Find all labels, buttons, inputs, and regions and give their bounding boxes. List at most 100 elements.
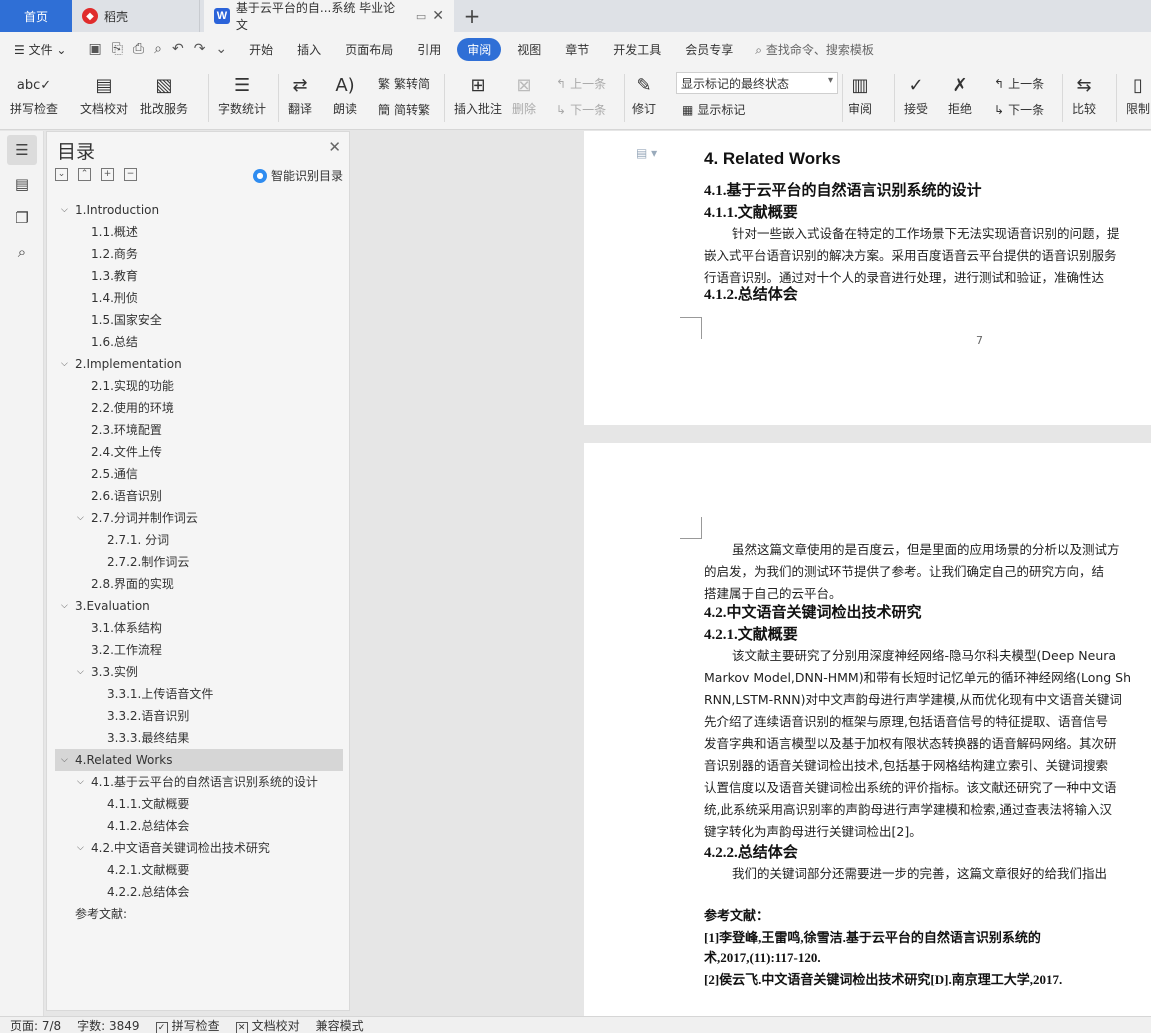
chevron-down-icon[interactable]: ⌵ <box>61 353 68 375</box>
toc-item[interactable]: 3.3.3.最终结果 <box>55 727 343 749</box>
toc-item[interactable]: 2.4.文件上传 <box>55 441 343 463</box>
close-icon[interactable]: ✕ <box>328 138 341 156</box>
add-level-icon[interactable]: + <box>101 168 114 181</box>
toc-item[interactable]: 2.7.2.制作词云 <box>55 551 343 573</box>
tab-document[interactable]: W 基于云平台的自...系统 毕业论文 ▭ ✕ <box>204 0 454 32</box>
expand-all-icon[interactable]: ⌄ <box>55 168 68 181</box>
spell-check-button[interactable]: abc✓ 拼写检查 <box>10 70 58 117</box>
chevron-down-icon[interactable]: ⌵ <box>61 749 68 771</box>
toc-item[interactable]: ⌵ 4.2.中文语音关键词检出技术研究 <box>55 837 343 859</box>
toc-item[interactable]: 1.2.商务 <box>55 243 343 265</box>
toc-item[interactable]: 4.2.1.文献概要 <box>55 859 343 881</box>
chevron-down-icon[interactable]: ⌵ <box>61 595 68 617</box>
revise-button[interactable]: ✎ 修订 <box>632 70 656 117</box>
remove-level-icon[interactable]: − <box>124 168 137 181</box>
redo-icon[interactable]: ↷ <box>194 41 206 57</box>
spell-check-toggle[interactable]: ✓ 拼写检查 <box>155 1017 220 1033</box>
bookmark-icon[interactable]: ❐ <box>7 203 37 233</box>
toc-item[interactable]: 2.5.通信 <box>55 463 343 485</box>
menu-section[interactable]: 章节 <box>553 41 601 58</box>
menu-references[interactable]: 引用 <box>405 41 453 58</box>
save-icon[interactable]: ▣ <box>88 41 101 57</box>
toc-item[interactable]: ⌵ 4.Related Works <box>55 749 343 771</box>
chevron-down-icon[interactable]: ⌵ <box>77 661 84 683</box>
chevron-down-icon[interactable]: ⌵ <box>61 199 68 221</box>
file-menu[interactable]: ☰ 文件 ⌄ <box>0 41 78 58</box>
delete-comment-button[interactable]: ⊠ 删除 <box>512 70 536 117</box>
toc-item[interactable]: 2.7.1. 分词 <box>55 529 343 551</box>
tab-daoke[interactable]: ◆ 稻壳 <box>72 0 200 32</box>
menu-page-layout[interactable]: 页面布局 <box>333 41 405 58</box>
undo-icon[interactable]: ↶ <box>172 41 184 57</box>
chevron-down-icon[interactable]: ⌵ <box>77 837 84 859</box>
next-change-button[interactable]: ↳ 下一条 <box>994 101 1044 118</box>
reject-button[interactable]: ✗ 拒绝 <box>948 70 972 117</box>
search-icon[interactable]: ⌕ <box>7 237 37 267</box>
translate-button[interactable]: ⇄ 翻译 <box>288 70 312 117</box>
toc-item[interactable]: ⌵ 2.7.分词并制作词云 <box>55 507 343 529</box>
toc-item[interactable]: 2.3.环境配置 <box>55 419 343 441</box>
toc-item[interactable]: 4.2.2.总结体会 <box>55 881 343 903</box>
prev-change-button[interactable]: ↰ 上一条 <box>994 75 1044 92</box>
export-pdf-icon[interactable]: ⎘ <box>112 41 123 57</box>
menu-review[interactable]: 审阅 <box>457 37 502 61</box>
collapse-all-icon[interactable]: ⌃ <box>78 168 91 181</box>
batch-service-button[interactable]: ▧ 批改服务 <box>140 70 188 117</box>
new-tab-button[interactable]: + <box>454 0 490 32</box>
restrict-button[interactable]: ▯ 限制 <box>1126 70 1150 117</box>
toc-item[interactable]: ⌵ 3.3.实例 <box>55 661 343 683</box>
doc-proof-button[interactable]: ▤ 文档校对 <box>80 70 128 117</box>
print-icon[interactable]: ⎙ <box>133 41 144 57</box>
toc-item[interactable]: 3.1.体系结构 <box>55 617 343 639</box>
read-aloud-button[interactable]: A) 朗读 <box>333 70 357 117</box>
menu-dev-tools[interactable]: 开发工具 <box>601 41 673 58</box>
compare-button[interactable]: ⇆ 比较 <box>1072 70 1096 117</box>
smart-toc-button[interactable]: ● 智能识别目录 <box>252 167 343 184</box>
print-preview-icon[interactable]: ⌕ <box>154 41 162 57</box>
toc-item[interactable]: 1.6.总结 <box>55 331 343 353</box>
toc-item[interactable]: 2.1.实现的功能 <box>55 375 343 397</box>
review-pane-button[interactable]: ▥ 审阅 <box>848 70 872 117</box>
accept-button[interactable]: ✓ 接受 <box>904 70 928 117</box>
menu-start[interactable]: 开始 <box>237 41 285 58</box>
toc-item[interactable]: ⌵ 3.Evaluation <box>55 595 343 617</box>
prev-comment-button[interactable]: ↰ 上一条 <box>556 75 606 92</box>
toc-item[interactable]: 参考文献: <box>55 903 343 925</box>
markup-state-select[interactable]: 显示标记的最终状态 ▾ <box>676 72 838 94</box>
toc-item[interactable]: 1.3.教育 <box>55 265 343 287</box>
next-comment-button[interactable]: ↳ 下一条 <box>556 101 606 118</box>
customize-icon[interactable]: ⌄ <box>215 41 227 57</box>
command-search[interactable]: ⌕ 查找命令、搜索模板 <box>745 41 874 58</box>
outline-icon[interactable]: ☰ <box>7 135 37 165</box>
word-count-indicator[interactable]: 字数: 3849 <box>77 1017 139 1033</box>
menu-view[interactable]: 视图 <box>505 41 553 58</box>
toc-item[interactable]: 1.4.刑侦 <box>55 287 343 309</box>
toc-item[interactable]: 3.3.2.语音识别 <box>55 705 343 727</box>
toc-item[interactable]: 2.2.使用的环境 <box>55 397 343 419</box>
doc-proof-toggle[interactable]: ✕ 文档校对 <box>235 1017 300 1033</box>
menu-insert[interactable]: 插入 <box>285 41 333 58</box>
toc-item[interactable]: 1.1.概述 <box>55 221 343 243</box>
chevron-down-icon[interactable]: ⌵ <box>77 507 84 529</box>
toc-item[interactable]: 3.3.1.上传语音文件 <box>55 683 343 705</box>
toc-item[interactable]: ⌵ 4.1.基于云平台的自然语言识别系统的设计 <box>55 771 343 793</box>
toc-item[interactable]: 2.8.界面的实现 <box>55 573 343 595</box>
menu-member[interactable]: 会员专享 <box>673 41 745 58</box>
page-options-icon[interactable]: ▤ ▾ <box>636 146 657 160</box>
word-count-button[interactable]: ☰ 字数统计 <box>218 70 266 117</box>
simp-to-trad-button[interactable]: 簡简转繁 <box>378 101 430 118</box>
insert-comment-button[interactable]: ⊞ 插入批注 <box>454 70 502 117</box>
monitor-icon[interactable]: ▭ <box>416 10 426 23</box>
toc-item[interactable]: 4.1.1.文献概要 <box>55 793 343 815</box>
toc-item[interactable]: 3.2.工作流程 <box>55 639 343 661</box>
toc-item[interactable]: ⌵ 1.Introduction <box>55 199 343 221</box>
toc-item[interactable]: 2.6.语音识别 <box>55 485 343 507</box>
toc-item[interactable]: 1.5.国家安全 <box>55 309 343 331</box>
toc-item[interactable]: 4.1.2.总结体会 <box>55 815 343 837</box>
toc-item[interactable]: ⌵ 2.Implementation <box>55 353 343 375</box>
section-nav-icon[interactable]: ▤ <box>7 169 37 199</box>
tab-home[interactable]: 首页 <box>0 0 72 32</box>
close-tab-icon[interactable]: ✕ <box>432 8 444 24</box>
chevron-down-icon[interactable]: ⌵ <box>77 771 84 793</box>
page-indicator[interactable]: 页面: 7/8 <box>10 1017 61 1033</box>
